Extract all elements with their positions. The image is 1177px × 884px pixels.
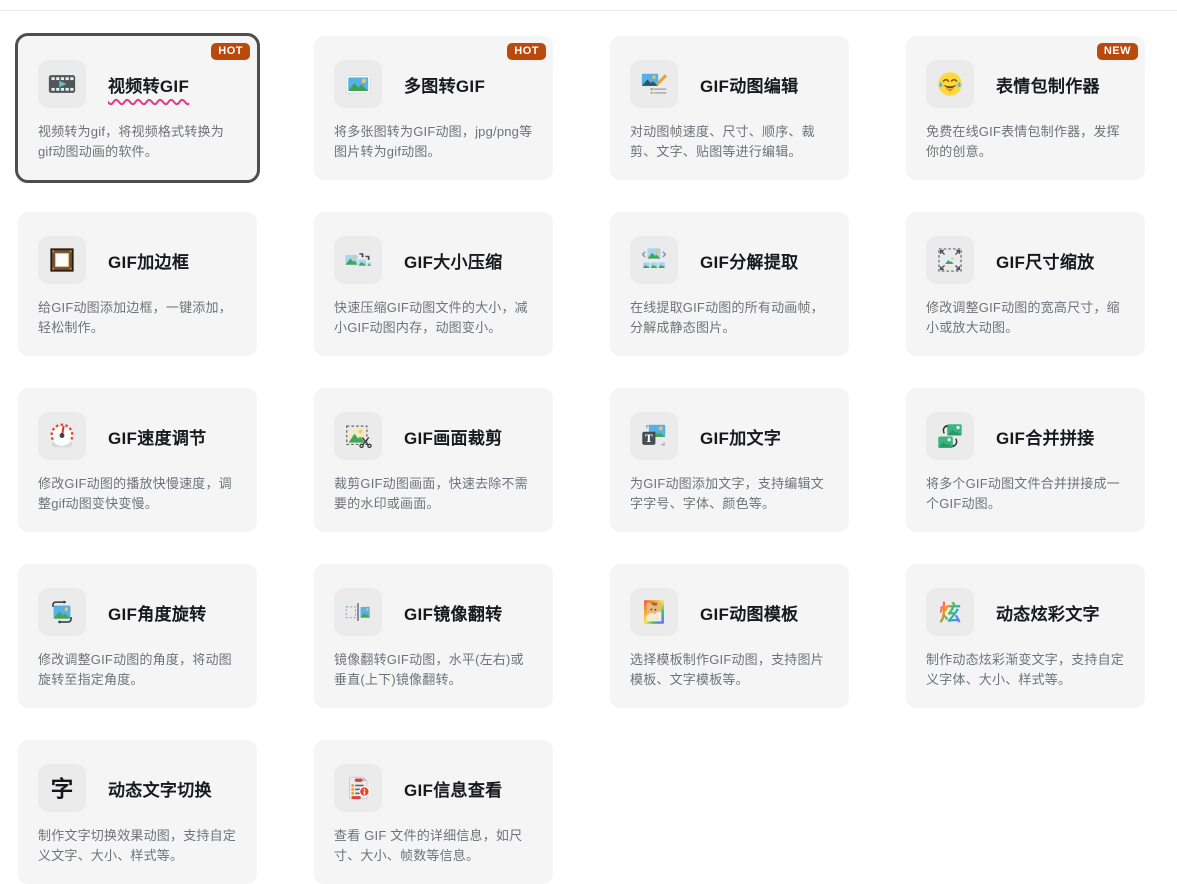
svg-text:炫: 炫: [939, 600, 961, 625]
tool-grid: HOT 视频转GIF 视频转为gif，将视频格式转换为gif动图动画的软件。 H…: [18, 36, 1177, 884]
tool-card-7[interactable]: GIF分解提取 在线提取GIF动图的所有动画帧，分解成静态图片。: [610, 212, 849, 356]
tool-title: GIF加文字: [700, 424, 781, 449]
card-header: GIF画面裁剪: [334, 412, 533, 460]
tool-description: 修改GIF动图的播放快慢速度，调整gif动图变快变慢。: [38, 474, 237, 514]
tool-title: 多图转GIF: [404, 72, 485, 97]
picture-frame-icon: [38, 236, 86, 284]
tool-card-9[interactable]: GIF速度调节 修改GIF动图的播放快慢速度，调整gif动图变快变慢。: [18, 388, 257, 532]
card-header: GIF动图模板: [630, 588, 829, 636]
colorful-char-icon: 炫: [926, 588, 974, 636]
status-badge: HOT: [507, 43, 546, 60]
tool-card-13[interactable]: GIF角度旋转 修改调整GIF动图的角度，将动图旋转至指定角度。: [18, 564, 257, 708]
crop-scissors-icon: [334, 412, 382, 460]
tool-description: 修改调整GIF动图的宽高尺寸，缩小或放大动图。: [926, 298, 1125, 338]
tool-description: 视频转为gif，将视频格式转换为gif动图动画的软件。: [38, 122, 237, 162]
card-header: GIF角度旋转: [38, 588, 237, 636]
tool-description: 制作文字切换效果动图，支持自定义文字、大小、样式等。: [38, 826, 237, 866]
tool-description: 对动图帧速度、尺寸、顺序、裁剪、文字、贴图等进行编辑。: [630, 122, 829, 162]
card-header: 多图转GIF: [334, 60, 533, 108]
tool-description: 将多张图转为GIF动图，jpg/png等图片转为gif动图。: [334, 122, 533, 162]
tool-title: GIF大小压缩: [404, 248, 502, 273]
tool-title: GIF尺寸缩放: [996, 248, 1094, 273]
status-badge: HOT: [211, 43, 250, 60]
rotate-arrows-icon: [38, 588, 86, 636]
tool-card-1[interactable]: HOT 视频转GIF 视频转为gif，将视频格式转换为gif动图动画的软件。: [18, 36, 257, 180]
speedometer-icon: [38, 412, 86, 460]
card-header: GIF速度调节: [38, 412, 237, 460]
svg-text:T: T: [645, 433, 653, 445]
photo-edit-icon: [630, 60, 678, 108]
tool-title: GIF镜像翻转: [404, 600, 502, 625]
tool-title: 动态文字切换: [108, 776, 212, 801]
svg-text:字: 字: [51, 776, 74, 802]
card-header: GIF尺寸缩放: [926, 236, 1125, 284]
tool-title: 表情包制作器: [996, 72, 1100, 97]
card-header: GIF动图编辑: [630, 60, 829, 108]
tool-card-11[interactable]: T GIF加文字 为GIF动图添加文字，支持编辑文字字号、字体、颜色等。: [610, 388, 849, 532]
tool-description: 镜像翻转GIF动图，水平(左右)或垂直(上下)镜像翻转。: [334, 650, 533, 690]
tool-card-17[interactable]: 字 动态文字切换 制作文字切换效果动图，支持自定义文字、大小、样式等。: [18, 740, 257, 884]
top-divider: [0, 0, 1177, 11]
tool-card-15[interactable]: GIF动图模板 选择模板制作GIF动图，支持图片模板、文字模板等。: [610, 564, 849, 708]
card-header: GIF信息查看: [334, 764, 533, 812]
card-header: GIF合并拼接: [926, 412, 1125, 460]
tool-card-2[interactable]: HOT 多图转GIF 将多张图转为GIF动图，jpg/png等图片转为gif动图…: [314, 36, 553, 180]
tool-description: 将多个GIF动图文件合并拼接成一个GIF动图。: [926, 474, 1125, 514]
card-header: GIF大小压缩: [334, 236, 533, 284]
tool-title: GIF合并拼接: [996, 424, 1094, 449]
mirror-flip-icon: [334, 588, 382, 636]
tool-description: 为GIF动图添加文字，支持编辑文字字号、字体、颜色等。: [630, 474, 829, 514]
resize-arrows-icon: [926, 236, 974, 284]
tool-title: GIF加边框: [108, 248, 189, 273]
tool-description: 选择模板制作GIF动图，支持图片模板、文字模板等。: [630, 650, 829, 690]
tool-card-16[interactable]: 炫 动态炫彩文字 制作动态炫彩渐变文字，支持自定义字体、大小、样式等。: [906, 564, 1145, 708]
char-switch-icon: 字: [38, 764, 86, 812]
tool-title: 动态炫彩文字: [996, 600, 1100, 625]
film-play-icon: [38, 60, 86, 108]
card-header: 炫 动态炫彩文字: [926, 588, 1125, 636]
laughing-emoji-icon: [926, 60, 974, 108]
tool-description: 裁剪GIF动图画面，快速去除不需要的水印或画面。: [334, 474, 533, 514]
tool-title: 视频转GIF: [108, 72, 189, 97]
document-info-icon: [334, 764, 382, 812]
tool-card-3[interactable]: GIF动图编辑 对动图帧速度、尺寸、顺序、裁剪、文字、贴图等进行编辑。: [610, 36, 849, 180]
card-header: 表情包制作器: [926, 60, 1125, 108]
card-header: GIF分解提取: [630, 236, 829, 284]
tool-card-4[interactable]: NEW 表情包制作器 免费在线GIF表情包制作器，发挥你的创意。: [906, 36, 1145, 180]
multi-photo-icon: [334, 60, 382, 108]
card-header: GIF加边框: [38, 236, 237, 284]
tool-title: GIF画面裁剪: [404, 424, 502, 449]
merge-arrows-icon: [926, 412, 974, 460]
tool-title: GIF分解提取: [700, 248, 798, 273]
tool-card-6[interactable]: GIF大小压缩 快速压缩GIF动图文件的大小，减小GIF动图内存，动图变小。: [314, 212, 553, 356]
tool-description: 免费在线GIF表情包制作器，发挥你的创意。: [926, 122, 1125, 162]
tool-description: 查看 GIF 文件的详细信息，如尺寸、大小、帧数等信息。: [334, 826, 533, 866]
compress-images-icon: [334, 236, 382, 284]
tool-description: 在线提取GIF动图的所有动画帧，分解成静态图片。: [630, 298, 829, 338]
tool-description: 制作动态炫彩渐变文字，支持自定义字体、大小、样式等。: [926, 650, 1125, 690]
card-header: 视频转GIF: [38, 60, 237, 108]
tool-description: 给GIF动图添加边框，一键添加，轻松制作。: [38, 298, 237, 338]
card-header: 字 动态文字切换: [38, 764, 237, 812]
tool-card-14[interactable]: GIF镜像翻转 镜像翻转GIF动图，水平(左右)或垂直(上下)镜像翻转。: [314, 564, 553, 708]
tool-card-10[interactable]: GIF画面裁剪 裁剪GIF动图画面，快速去除不需要的水印或画面。: [314, 388, 553, 532]
tool-card-8[interactable]: GIF尺寸缩放 修改调整GIF动图的宽高尺寸，缩小或放大动图。: [906, 212, 1145, 356]
tool-title: GIF动图模板: [700, 600, 798, 625]
tool-description: 修改调整GIF动图的角度，将动图旋转至指定角度。: [38, 650, 237, 690]
tool-card-18[interactable]: GIF信息查看 查看 GIF 文件的详细信息，如尺寸、大小、帧数等信息。: [314, 740, 553, 884]
card-header: GIF镜像翻转: [334, 588, 533, 636]
add-text-icon: T: [630, 412, 678, 460]
tool-title: GIF角度旋转: [108, 600, 206, 625]
tool-card-12[interactable]: GIF合并拼接 将多个GIF动图文件合并拼接成一个GIF动图。: [906, 388, 1145, 532]
extract-frames-icon: [630, 236, 678, 284]
card-header: T GIF加文字: [630, 412, 829, 460]
template-photo-icon: [630, 588, 678, 636]
tool-description: 快速压缩GIF动图文件的大小，减小GIF动图内存，动图变小。: [334, 298, 533, 338]
status-badge: NEW: [1097, 43, 1138, 60]
tool-card-5[interactable]: GIF加边框 给GIF动图添加边框，一键添加，轻松制作。: [18, 212, 257, 356]
tool-title: GIF动图编辑: [700, 72, 798, 97]
tool-title: GIF速度调节: [108, 424, 206, 449]
tool-title: GIF信息查看: [404, 776, 502, 801]
